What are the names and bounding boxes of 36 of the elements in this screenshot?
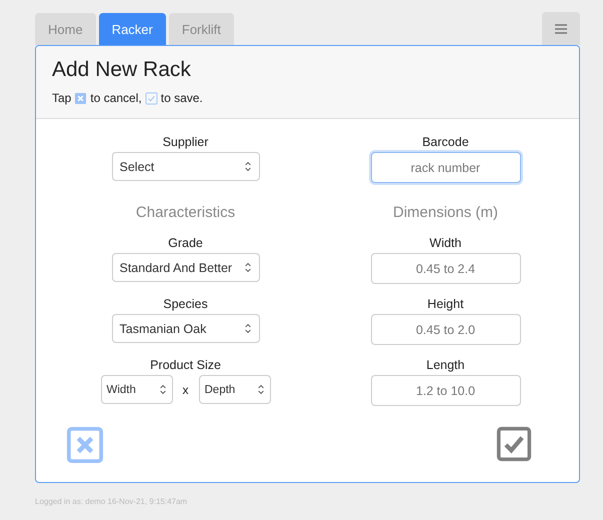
menu-button[interactable]	[542, 12, 580, 45]
cancel-icon	[74, 92, 88, 104]
chevron-icon	[256, 384, 264, 395]
section-heading: Dimensions (m)	[392, 203, 498, 223]
chevron-icon	[244, 161, 252, 172]
separator-text: x	[182, 382, 188, 396]
form-title: Add New Rack	[52, 58, 192, 82]
dropdown[interactable]: Depth	[198, 375, 270, 404]
dropdown[interactable]: Tasmanian Oak	[112, 314, 260, 343]
checkbox-icon	[496, 426, 532, 462]
dropdown[interactable]: Select	[112, 152, 260, 181]
chevron-icon	[244, 262, 252, 273]
input-field[interactable]: 1.2 to 10.0	[370, 375, 520, 406]
input-field[interactable]: 0.45 to 2.4	[370, 253, 520, 284]
menu-icon	[555, 24, 567, 34]
input-field[interactable]: 0.45 to 2.0	[370, 314, 520, 345]
input-field[interactable]: rack number	[370, 152, 520, 183]
cancel-icon	[66, 426, 104, 464]
chevron-icon	[158, 384, 166, 395]
field-label: Barcode	[422, 135, 469, 149]
cancel-button[interactable]	[66, 426, 104, 464]
dropdown[interactable]: Standard And Better	[112, 253, 260, 282]
field-label: Length	[426, 358, 465, 372]
field-label: Grade	[168, 236, 203, 250]
field-label: Product Size	[150, 358, 221, 372]
field-label: Supplier	[162, 135, 208, 149]
chevron-icon	[244, 323, 252, 334]
checkbox-icon	[144, 92, 158, 104]
dropdown[interactable]: Width	[100, 375, 172, 404]
instruction-text: to cancel,	[90, 91, 142, 105]
section-heading: Characteristics	[136, 203, 236, 223]
instruction-text: to save.	[160, 91, 203, 105]
field-label: Species	[163, 297, 208, 311]
instruction-text: Tap	[52, 91, 72, 105]
field-label: Width	[430, 236, 462, 250]
field-label: Height	[427, 297, 464, 311]
